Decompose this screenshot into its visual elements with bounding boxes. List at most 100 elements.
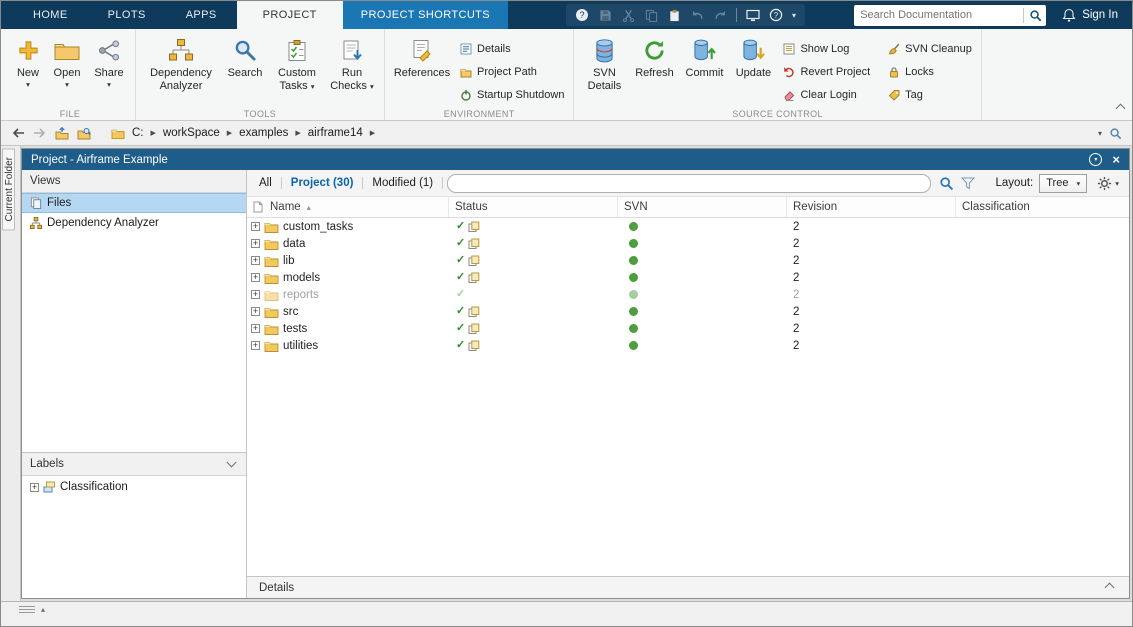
label-item-classification[interactable]: + Classification (22, 476, 246, 493)
column-header-classification[interactable]: Classification (956, 197, 1129, 217)
run-checks-button[interactable]: Run Checks ▾ (325, 32, 379, 92)
layout-window-icon[interactable] (746, 8, 760, 22)
breadcrumb-item[interactable]: airframe14 (308, 127, 363, 139)
svn-details-button[interactable]: SVN Details (579, 32, 629, 92)
tab-apps[interactable]: APPS (166, 1, 237, 29)
commit-button[interactable]: Commit (679, 32, 729, 80)
startup-shutdown-button[interactable]: Startup Shutdown (456, 85, 568, 104)
layout-select[interactable]: Tree ▾ (1039, 174, 1087, 193)
forward-icon[interactable] (31, 125, 48, 142)
file-name: src (283, 306, 298, 318)
expand-icon[interactable]: + (251, 222, 260, 231)
references-button[interactable]: References (390, 32, 454, 80)
help-circle-icon[interactable]: ? (769, 8, 783, 22)
expand-icon[interactable]: + (251, 307, 260, 316)
refresh-button[interactable]: Refresh (629, 32, 679, 80)
svn-status-dot (629, 324, 638, 333)
show-log-button[interactable]: Show Log (779, 39, 874, 58)
doc-search-input[interactable] (854, 9, 1023, 21)
project-search-input[interactable] (447, 174, 930, 193)
breadcrumb-item[interactable]: workSpace (163, 127, 220, 139)
sidebar-item-dependency-analyzer[interactable]: Dependency Analyzer (22, 213, 246, 233)
table-row[interactable]: + custom_tasks ✓ 2 (247, 218, 1129, 235)
expand-icon[interactable]: + (251, 324, 260, 333)
locks-button[interactable]: Locks (884, 62, 976, 81)
details-button[interactable]: Details (456, 39, 568, 58)
filter-funnel-icon[interactable] (961, 177, 975, 190)
filter-all[interactable]: All (257, 177, 282, 189)
copy-icon[interactable] (644, 8, 658, 22)
column-header-status[interactable]: Status (449, 197, 618, 217)
update-button[interactable]: Update (729, 32, 777, 80)
chevron-down-icon[interactable]: ▾ (792, 11, 796, 20)
table-row[interactable]: + data ✓ 2 (247, 235, 1129, 252)
labels-header[interactable]: Labels (22, 453, 246, 476)
svn-cleanup-button[interactable]: SVN Cleanup (884, 39, 976, 58)
table-row[interactable]: + utilities ✓ 2 (247, 337, 1129, 354)
file-name: data (283, 238, 305, 250)
open-button[interactable]: Open ▾ (46, 32, 88, 89)
tab-plots[interactable]: PLOTS (88, 1, 166, 29)
bell-icon[interactable] (1062, 8, 1076, 22)
column-header-name[interactable]: Name ▴ (247, 197, 449, 217)
table-row[interactable]: + tests ✓ 2 (247, 320, 1129, 337)
paste-icon[interactable] (667, 8, 681, 22)
expand-icon[interactable]: + (251, 239, 260, 248)
status-files-icon (468, 238, 480, 250)
section-tools: Dependency Analyzer Search Custom Tasks … (136, 29, 385, 120)
tab-project[interactable]: PROJECT (237, 1, 343, 29)
collapse-ribbon-icon[interactable] (1117, 103, 1124, 115)
expand-icon[interactable]: + (251, 290, 260, 299)
current-folder-tab[interactable]: Current Folder (2, 148, 15, 230)
redo-icon[interactable] (713, 8, 727, 22)
column-header-revision[interactable]: Revision (787, 197, 956, 217)
file-icon (253, 201, 263, 213)
filter-project[interactable]: Project (30) (282, 177, 364, 189)
save-icon[interactable] (598, 8, 612, 22)
revert-project-button[interactable]: Revert Project (779, 62, 874, 81)
expand-icon[interactable]: + (251, 256, 260, 265)
new-button[interactable]: New ▾ (10, 32, 46, 89)
tab-home[interactable]: HOME (13, 1, 88, 29)
back-icon[interactable] (9, 125, 26, 142)
status-check-icon: ✓ (456, 340, 465, 351)
tab-project-shortcuts[interactable]: PROJECT SHORTCUTS (343, 1, 508, 29)
expand-icon[interactable]: + (30, 483, 39, 492)
search-button[interactable]: Search (221, 32, 269, 80)
path-dropdown-icon[interactable]: ▾ (1098, 129, 1102, 138)
share-button[interactable]: Share ▾ (88, 32, 130, 89)
clear-login-button[interactable]: Clear Login (779, 85, 874, 104)
table-row[interactable]: + reports ✓ 2 (247, 286, 1129, 303)
breadcrumb-item[interactable]: C: (132, 127, 144, 139)
cut-icon[interactable] (621, 8, 635, 22)
expand-panel-icon[interactable]: ▴ (41, 605, 45, 614)
close-icon[interactable]: × (1112, 153, 1120, 166)
search-icon[interactable] (1028, 8, 1042, 22)
tag-button[interactable]: Tag (884, 85, 976, 104)
breadcrumb-item[interactable]: examples (239, 127, 288, 139)
filter-toolbar: All Project (30) Modified (1) Layout: Tr… (247, 170, 1129, 197)
panel-menu-icon[interactable]: ▾ (1089, 153, 1102, 166)
view-options-button[interactable]: ▾ (1097, 176, 1119, 191)
custom-tasks-button[interactable]: Custom Tasks ▾ (269, 32, 325, 92)
search-icon[interactable] (939, 176, 954, 191)
details-bar[interactable]: Details (247, 576, 1129, 598)
folder-search-icon[interactable] (1107, 125, 1124, 142)
table-row[interactable]: + src ✓ 2 (247, 303, 1129, 320)
column-header-svn[interactable]: SVN (618, 197, 787, 217)
expand-icon[interactable]: + (251, 273, 260, 282)
sidebar-item-files[interactable]: Files (22, 193, 246, 213)
table-row[interactable]: + lib ✓ 2 (247, 252, 1129, 269)
undo-icon[interactable] (690, 8, 704, 22)
expand-icon[interactable]: + (251, 341, 260, 350)
folder-icon (264, 305, 279, 318)
table-row[interactable]: + models ✓ 2 (247, 269, 1129, 286)
help-icon[interactable]: ? (575, 8, 589, 22)
splitter-grip[interactable] (19, 606, 35, 613)
sign-in[interactable]: Sign In (1050, 8, 1132, 22)
dependency-analyzer-button[interactable]: Dependency Analyzer (141, 32, 221, 92)
project-path-button[interactable]: Project Path (456, 62, 568, 81)
up-one-level-icon[interactable] (53, 125, 70, 142)
browse-folder-icon[interactable] (75, 125, 92, 142)
filter-modified[interactable]: Modified (1) (363, 177, 443, 189)
